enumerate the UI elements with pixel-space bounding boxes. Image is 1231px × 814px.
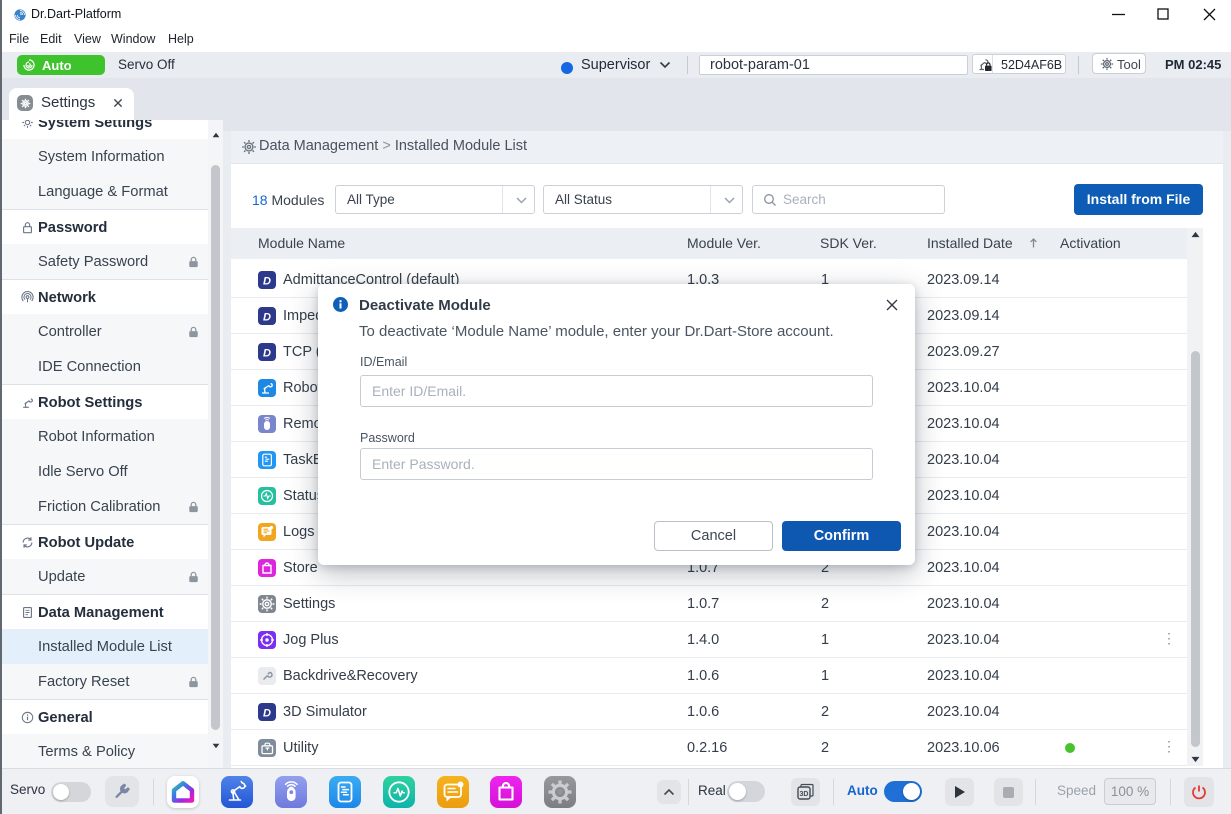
svg-text:D: D	[263, 312, 271, 324]
svg-text:3D: 3D	[800, 791, 809, 798]
svg-text:D: D	[263, 348, 271, 360]
svg-text:D: D	[263, 276, 271, 288]
svg-text:D: D	[263, 708, 271, 720]
